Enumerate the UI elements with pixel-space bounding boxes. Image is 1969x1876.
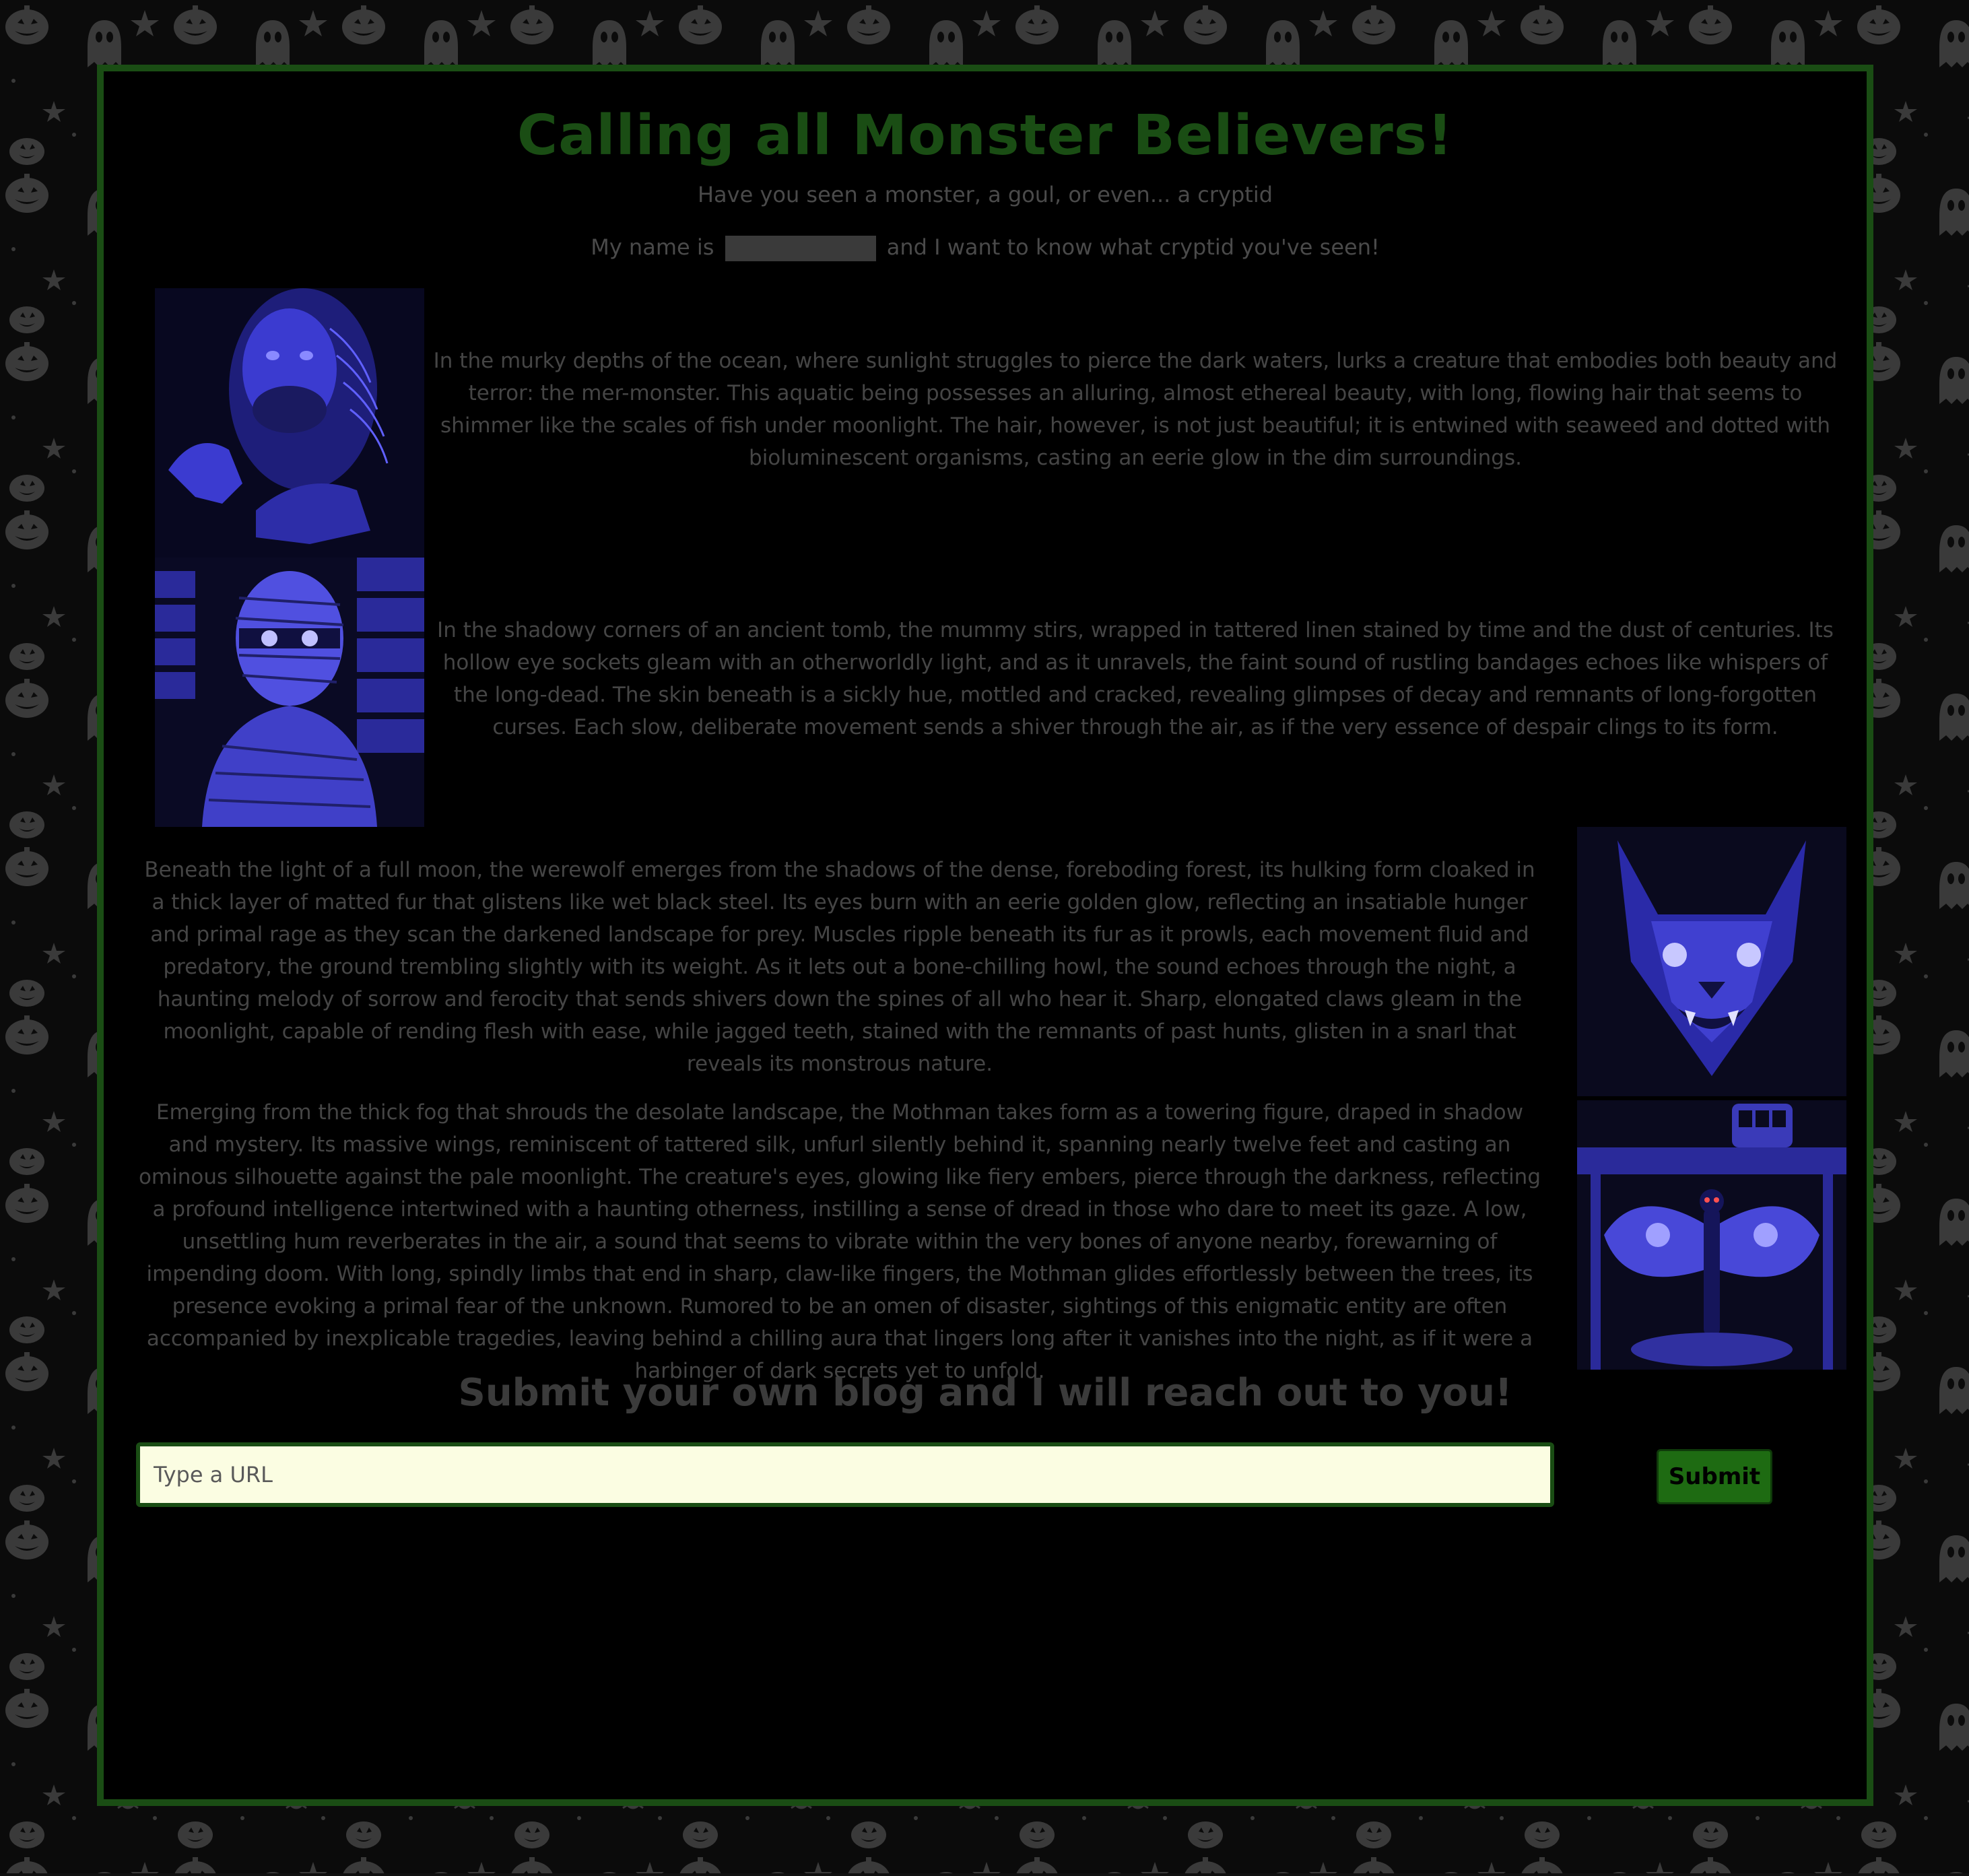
post-text-werewolf: Beneath the light of a full moon, the we… [144, 858, 1535, 1076]
werewolf-image [1577, 827, 1846, 1096]
post-text-mothman: Emerging from the thick fog that shrouds… [138, 1100, 1541, 1383]
url-input[interactable] [136, 1442, 1554, 1507]
intro-suffix: and I want to know what cryptid you've s… [886, 234, 1380, 260]
page-subtitle: Have you seen a monster, a goul, or even… [697, 182, 1273, 207]
page-title: Calling all Monster Believers! [516, 104, 1454, 168]
post-text-mummy: In the shadowy corners of an ancient tom… [437, 618, 1834, 739]
intro-line: My name is and I want to know what crypt… [104, 234, 1867, 261]
submit-heading: Submit your own blog and I will reach ou… [458, 1371, 1512, 1415]
content-panel: Calling all Monster Believers! Have you … [97, 65, 1873, 1806]
submit-button[interactable]: Submit [1657, 1449, 1772, 1504]
mummy-image [155, 558, 424, 827]
merman-creature-image [155, 288, 424, 558]
intro-prefix: My name is [591, 234, 714, 260]
post-text-merman: In the murky depths of the ocean, where … [433, 349, 1838, 470]
redacted-name [725, 236, 876, 261]
mothman-image [1577, 1100, 1846, 1370]
